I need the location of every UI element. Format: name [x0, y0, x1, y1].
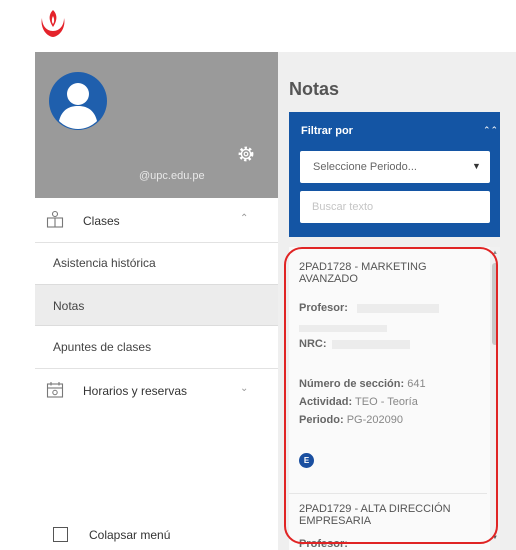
course-name: 2PAD1729 - ALTA DIRECCIÓN EMPRESARIA [299, 503, 451, 527]
redacted-value [299, 325, 387, 332]
sidebar-section-label: Horarios y reservas [83, 384, 188, 398]
grades-list: 2PAD1728 - MARKETING AVANZADO Profesor: … [289, 247, 500, 550]
profesor-label: Profesor: [299, 302, 348, 314]
classes-icon [46, 210, 64, 228]
seccion-value: 641 [407, 378, 426, 390]
periodo-row: Periodo: PG-202090 [299, 414, 403, 426]
evaluation-badge[interactable]: E [299, 453, 314, 468]
periodo-value: PG-202090 [346, 414, 403, 426]
upc-logo-icon[interactable] [38, 8, 68, 40]
scroll-up-icon[interactable]: ▲ [492, 250, 498, 256]
actividad-value: TEO - Teoría [355, 396, 418, 408]
page-title: Notas [289, 79, 340, 99]
sidebar: @upc.edu.pe Clases ⌃ Asistencia históric… [35, 52, 278, 550]
sidebar-item-asistencia-historica[interactable]: Asistencia histórica [35, 242, 278, 284]
search-input[interactable] [300, 191, 490, 223]
profesor-row: Profesor: [299, 302, 439, 314]
sidebar-item-label: Asistencia histórica [53, 256, 156, 270]
nrc-row: NRC: [299, 338, 410, 350]
sidebar-item-apuntes-de-clases[interactable]: Apuntes de clases [35, 326, 278, 368]
sidebar-section-clases[interactable]: Clases ⌃ [35, 198, 278, 242]
scrollbar[interactable]: ▲ ▼ [490, 247, 500, 550]
chevron-up-icon: ⌃ [240, 213, 249, 224]
course-name: 2PAD1728 - MARKETING AVANZADO [299, 261, 427, 285]
grade-card[interactable]: 2PAD1729 - ALTA DIRECCIÓN EMPRESARIA Pro… [289, 495, 487, 550]
scrollbar-thumb[interactable] [492, 263, 498, 345]
chevron-down-icon: ⌄ [240, 383, 249, 394]
profile-panel: @upc.edu.pe [35, 52, 278, 198]
actividad-label: Actividad: [299, 396, 353, 408]
sidebar-item-label: Notas [53, 299, 85, 313]
sidebar-item-label: Apuntes de clases [53, 340, 152, 354]
caret-down-icon: ▼ [472, 161, 481, 171]
filter-panel: Filtrar por ⌃⌃ Seleccione Periodo... ▼ [289, 112, 500, 237]
redacted-value [356, 303, 439, 313]
seccion-row: Número de sección: 641 [299, 378, 426, 390]
collapse-menu-label: Colapsar menú [89, 528, 171, 542]
main-content: Notas Filtrar por ⌃⌃ Seleccione Periodo.… [278, 52, 516, 550]
divider [289, 493, 487, 494]
grade-card[interactable]: 2PAD1728 - MARKETING AVANZADO Profesor: … [289, 247, 487, 495]
actividad-row: Actividad: TEO - Teoría [299, 396, 418, 408]
seccion-label: Número de sección: [299, 378, 405, 390]
nrc-label: NRC: [299, 338, 327, 350]
periodo-label: Periodo: [299, 414, 344, 426]
user-email: @upc.edu.pe [139, 170, 205, 182]
chevrons-up-icon[interactable]: ⌃⌃ [483, 125, 498, 136]
scroll-down-icon[interactable]: ▼ [492, 535, 498, 541]
profesor-row: Profesor: [299, 538, 348, 550]
sidebar-section-label: Clases [83, 214, 120, 228]
filter-title: Filtrar por [301, 125, 353, 137]
sidebar-item-notas[interactable]: Notas [35, 284, 278, 326]
period-select[interactable]: Seleccione Periodo... ▼ [300, 151, 490, 183]
top-bar [0, 0, 516, 52]
redacted-value [331, 339, 410, 349]
profesor-label: Profesor: [299, 538, 348, 550]
user-avatar-icon[interactable] [48, 71, 108, 131]
period-select-value: Seleccione Periodo... [313, 161, 417, 173]
calendar-icon [46, 382, 64, 398]
sidebar-section-horarios-y-reservas[interactable]: Horarios y reservas ⌄ [35, 368, 278, 412]
gear-icon[interactable] [237, 145, 255, 163]
collapse-menu-checkbox[interactable] [53, 527, 68, 542]
collapse-menu-toggle[interactable]: Colapsar menú [35, 520, 278, 550]
